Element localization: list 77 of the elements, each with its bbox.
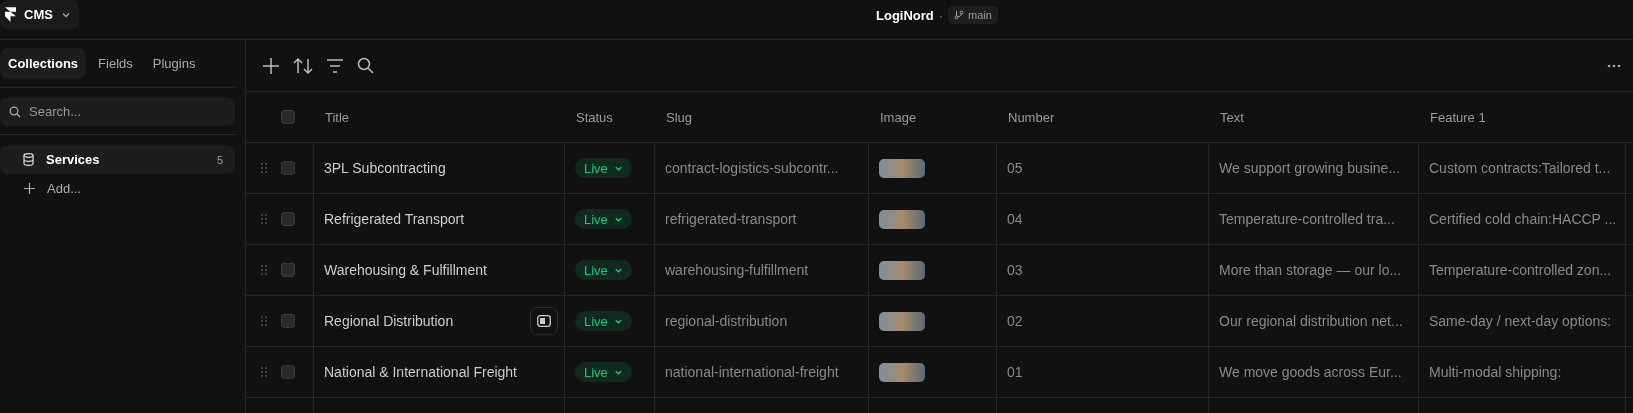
row-checkbox[interactable] (281, 263, 295, 277)
sidebar-tab[interactable]: Fields (90, 48, 141, 79)
table-cell: Temperature-controlled tra... (1219, 211, 1395, 227)
sort-icon[interactable] (293, 56, 313, 75)
photo-placeholder (879, 311, 925, 331)
collection-label: Services (46, 152, 101, 167)
branch-icon (954, 10, 965, 20)
table-cell: warehousing-fulfillment (665, 262, 809, 278)
photo-placeholder (879, 158, 925, 178)
table-cell: Refrigerated Transport (324, 211, 465, 227)
table-cell: We move goods across Eur... (1219, 364, 1402, 380)
column-header[interactable]: Status (576, 109, 613, 125)
table-cell: 04 (1007, 211, 1023, 227)
status-dropdown[interactable]: Live (575, 209, 632, 229)
row-checkbox[interactable] (281, 365, 295, 379)
select-all-checkbox[interactable] (281, 110, 295, 124)
column-header[interactable]: Image (880, 109, 917, 125)
search-icon (9, 106, 21, 118)
table-cell: 03 (1007, 262, 1023, 278)
drag-handle-icon[interactable] (261, 265, 267, 275)
table-cell: Our regional distribution net... (1219, 313, 1403, 329)
separator-dot: · (938, 7, 944, 23)
table-cell: Same-day / next-day options: (1429, 313, 1612, 329)
item-count: 5 (216, 153, 223, 166)
status-dropdown[interactable]: Live (575, 311, 632, 331)
drag-handle-icon[interactable] (261, 316, 267, 326)
row-checkbox[interactable] (281, 314, 295, 328)
photo-placeholder (879, 362, 925, 382)
table-cell: national-international-freight (665, 364, 839, 380)
table-cell: Regional Distribution (324, 313, 454, 329)
collection-item[interactable]: Services 5 (0, 145, 235, 174)
status-dropdown[interactable]: Live (575, 158, 632, 178)
table-cell: contract-logistics-subcontr... (665, 160, 839, 176)
column-header[interactable]: Title (325, 109, 350, 125)
status-dropdown[interactable]: Live (575, 362, 632, 382)
row-checkbox[interactable] (281, 212, 295, 226)
branch-button[interactable]: main (948, 6, 998, 24)
table-cell: We support growing busine... (1219, 160, 1401, 176)
panel-icon (537, 315, 551, 327)
filter-icon[interactable] (326, 57, 344, 74)
table-cell: 01 (1007, 364, 1023, 380)
table-cell: regional-distribution (665, 313, 788, 329)
table-cell: Multi-modal shipping: (1429, 364, 1562, 380)
cms-menu-button[interactable]: CMS (0, 0, 79, 29)
column-header[interactable]: Slug (666, 109, 693, 125)
table-cell: Warehousing & Fulfillment (324, 262, 487, 278)
more-icon[interactable] (1607, 63, 1621, 68)
table-cell: 3PL Subcontracting (324, 160, 446, 176)
search-field[interactable]: Search... (0, 97, 235, 126)
photo-placeholder (879, 209, 925, 229)
project-title: LogiNord (876, 7, 934, 23)
plus-icon (24, 183, 35, 194)
column-header[interactable]: Text (1220, 109, 1244, 125)
table-cell: 05 (1007, 160, 1023, 176)
add-collection-button[interactable]: Add... (0, 174, 105, 203)
search-icon[interactable] (357, 57, 374, 74)
table-cell: National & International Freight (324, 364, 517, 380)
sidebar-tab[interactable]: Plugins (144, 48, 204, 79)
drag-handle-icon[interactable] (261, 214, 267, 224)
sidebar-tab[interactable]: Collections (0, 48, 87, 79)
status-dropdown[interactable]: Live (575, 260, 632, 280)
drag-handle-icon[interactable] (261, 367, 267, 377)
database-icon (23, 153, 34, 166)
add-icon[interactable] (262, 56, 280, 75)
logo-icon (5, 7, 16, 22)
table-cell: Certified cold chain:HACCP ... (1429, 211, 1617, 227)
row-checkbox[interactable] (281, 161, 295, 175)
drag-handle-icon[interactable] (261, 163, 267, 173)
open-item-button[interactable] (530, 307, 558, 335)
table-cell: Custom contracts:Tailored t... (1429, 160, 1611, 176)
table-cell: refrigerated-transport (665, 211, 797, 227)
table-cell: 02 (1007, 313, 1023, 329)
table-cell: More than storage — our lo... (1219, 262, 1402, 278)
column-header[interactable]: Feature 1 (1430, 109, 1486, 125)
table-cell: Temperature-controlled zon... (1429, 262, 1612, 278)
photo-placeholder (879, 260, 925, 280)
column-header[interactable]: Number (1008, 109, 1055, 125)
